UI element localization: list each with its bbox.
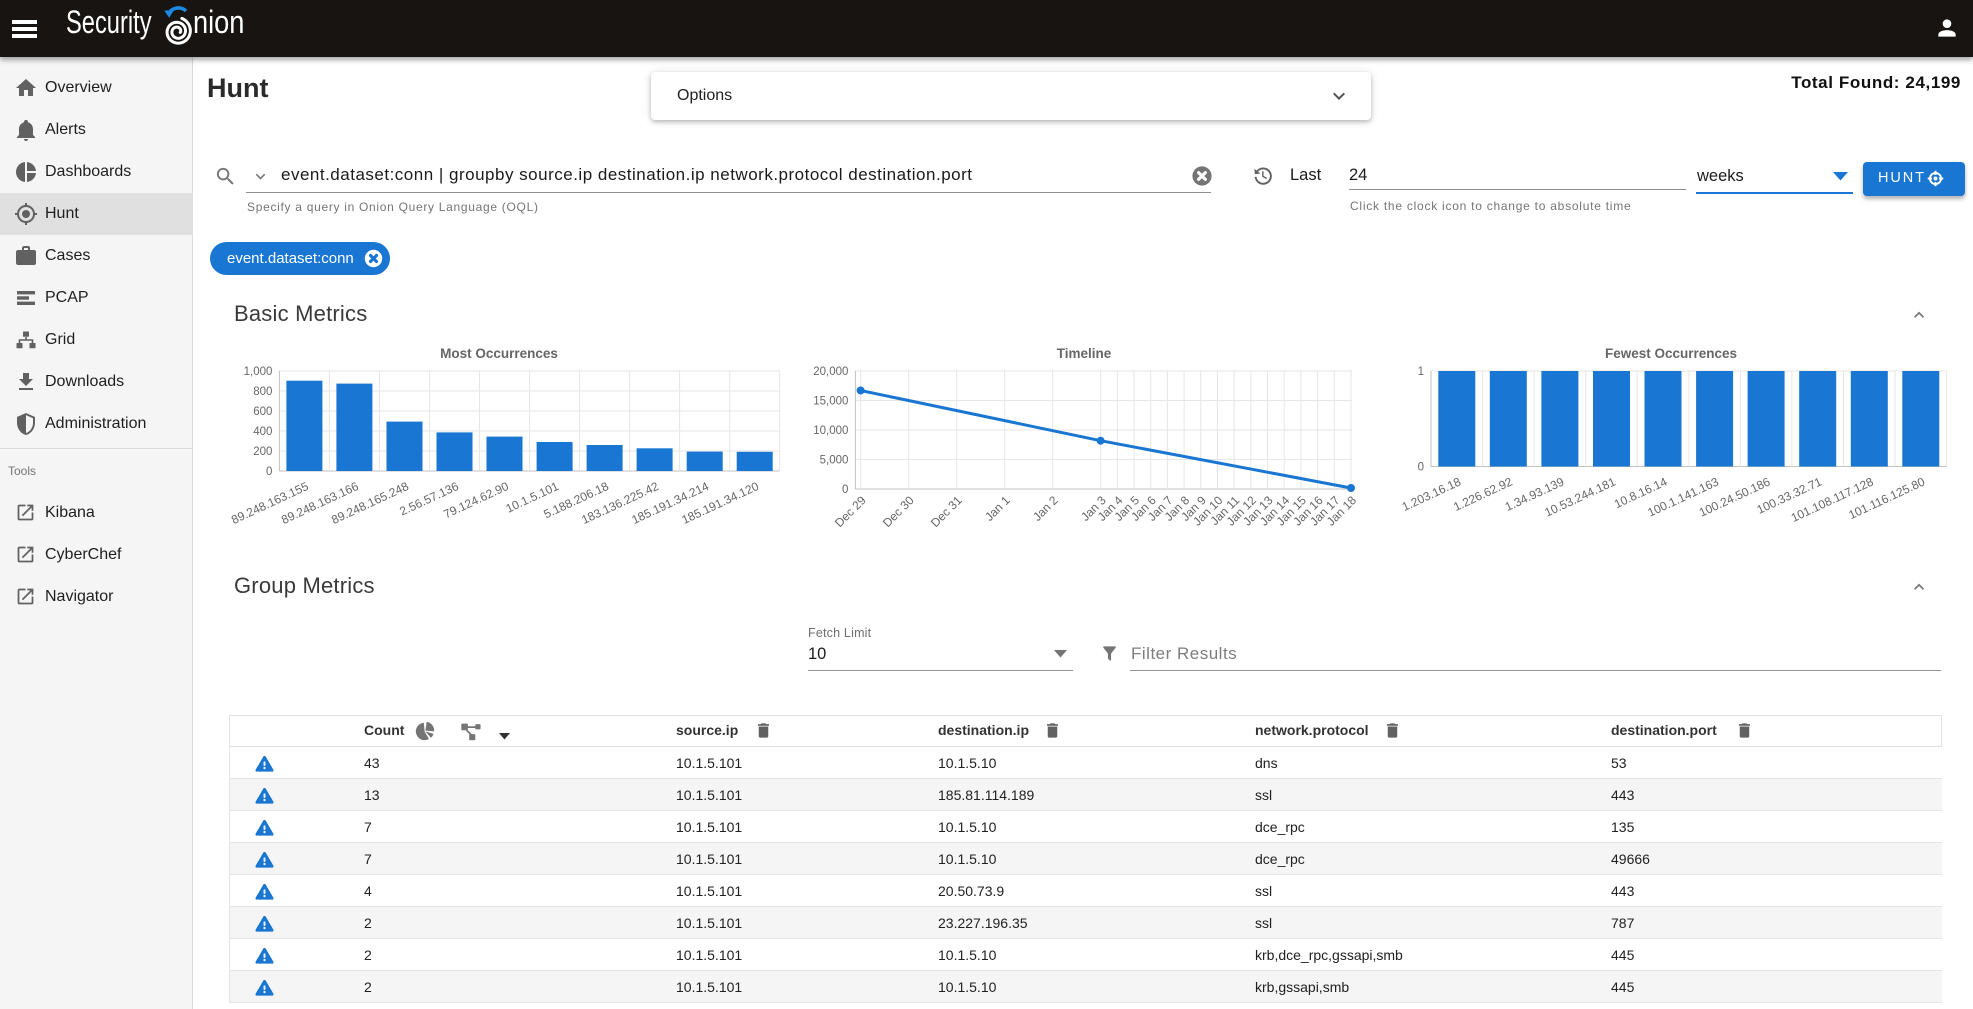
svg-text:10,000: 10,000: [813, 425, 848, 437]
svg-text:1,000: 1,000: [244, 366, 273, 378]
svg-text:5,000: 5,000: [820, 455, 849, 467]
svg-text:0: 0: [842, 484, 848, 496]
svg-text:400: 400: [253, 426, 272, 438]
svg-text:0: 0: [1418, 462, 1424, 474]
svg-text:Fewest Occurrences: Fewest Occurrences: [1605, 346, 1737, 361]
svg-text:200: 200: [253, 446, 272, 458]
svg-text:600: 600: [253, 406, 272, 418]
svg-text:800: 800: [253, 386, 272, 398]
svg-text:Dec 30: Dec 30: [880, 493, 917, 530]
svg-text:20,000: 20,000: [813, 366, 848, 378]
svg-text:Dec 29: Dec 29: [832, 493, 869, 530]
svg-text:0: 0: [266, 466, 272, 478]
svg-text:Jan 1: Jan 1: [982, 493, 1013, 524]
svg-text:Dec 31: Dec 31: [928, 493, 965, 530]
svg-text:1: 1: [1418, 366, 1424, 378]
svg-text:Most Occurrences: Most Occurrences: [440, 346, 558, 361]
svg-text:Jan 2: Jan 2: [1030, 493, 1061, 524]
svg-text:15,000: 15,000: [813, 396, 848, 408]
svg-text:Timeline: Timeline: [1057, 346, 1112, 361]
